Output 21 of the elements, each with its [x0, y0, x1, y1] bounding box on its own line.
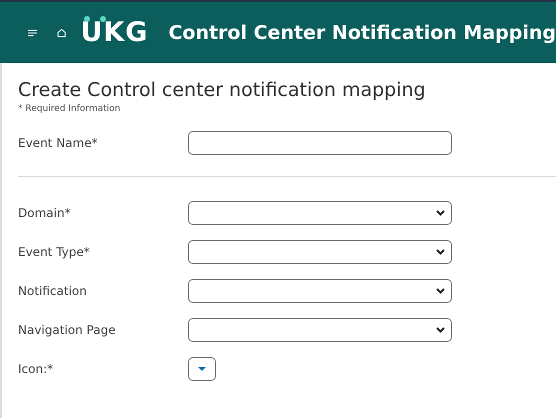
icon-picker-button[interactable]: [188, 356, 216, 380]
field-label: Icon:*: [18, 362, 54, 376]
form-title: Create Control center notification mapping: [17, 78, 427, 101]
input-field[interactable]: [188, 130, 452, 154]
field-label: Event Name*: [18, 136, 99, 150]
dropdown[interactable]: [188, 240, 452, 264]
logo: UKG: [80, 17, 148, 48]
field-label: Navigation Page: [18, 322, 117, 336]
chevron-down-icon: [436, 288, 445, 294]
caret-down-icon: [198, 366, 206, 370]
field-label: Notification: [18, 284, 88, 298]
required-note: * Required Information: [17, 103, 122, 116]
field-label: Event Type*: [18, 244, 91, 258]
field-label: Domain*: [18, 206, 72, 220]
dropdown[interactable]: [188, 200, 452, 224]
dropdown[interactable]: [188, 318, 452, 342]
dropdown[interactable]: [188, 278, 452, 302]
chevron-down-icon: [436, 210, 445, 216]
chevron-down-icon: [436, 326, 445, 332]
page-title: Control Center Notification Mapping: [168, 22, 556, 44]
chevron-down-icon: [436, 248, 445, 254]
